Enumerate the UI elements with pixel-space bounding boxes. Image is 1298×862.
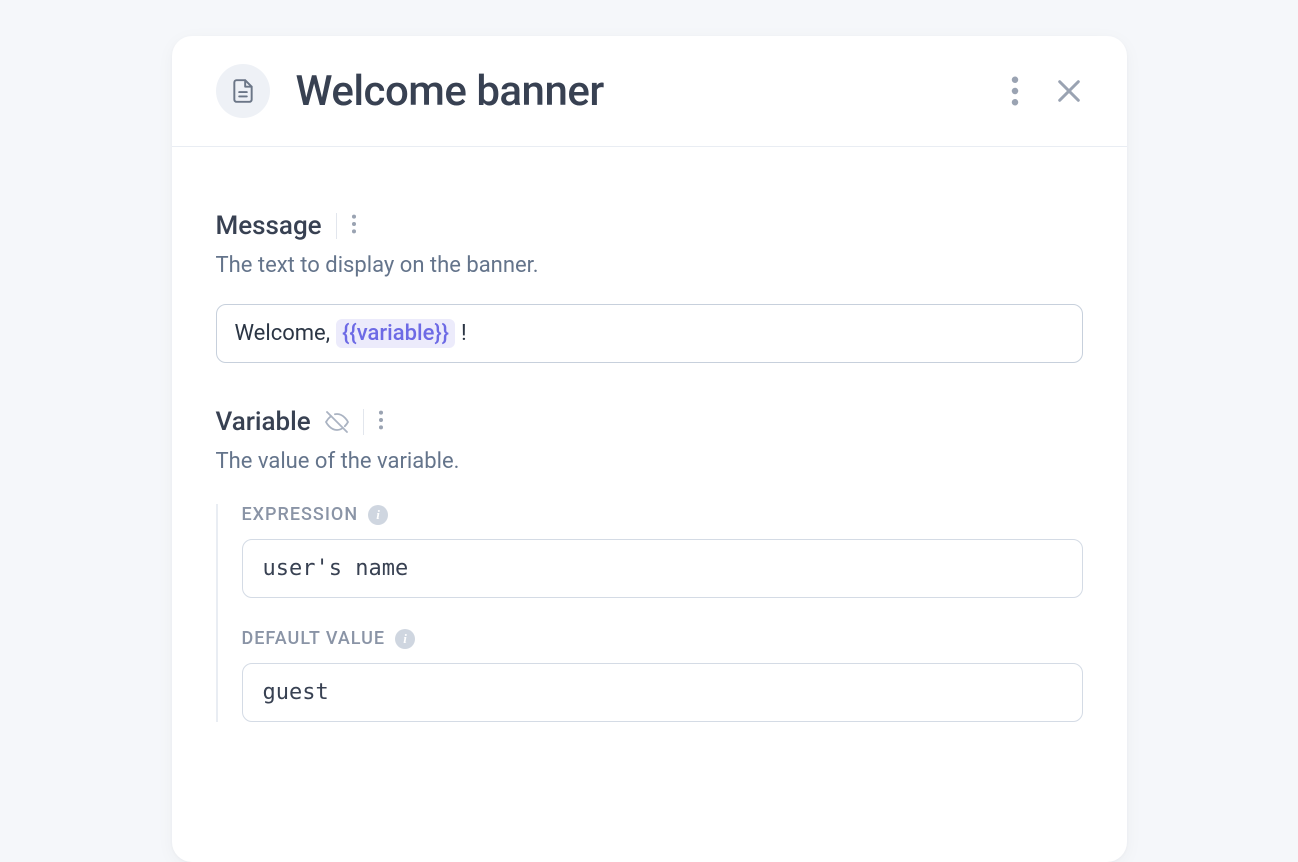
variable-token[interactable]: {{variable}}	[336, 319, 455, 348]
modal-card: Welcome banner Message The	[172, 36, 1127, 862]
modal-body: Message The text to display on the banne…	[172, 147, 1127, 722]
document-icon	[216, 64, 270, 118]
header-actions	[1011, 76, 1083, 106]
expression-label-row: EXPRESSION i	[242, 504, 1083, 525]
message-section-title: Message	[216, 211, 322, 241]
separator	[363, 409, 364, 435]
default-value-field: DEFAULT VALUE i	[242, 628, 1083, 722]
info-icon[interactable]: i	[368, 505, 388, 525]
message-options-button[interactable]	[351, 213, 357, 239]
more-options-button[interactable]	[1011, 76, 1019, 106]
default-value-label: DEFAULT VALUE	[242, 628, 386, 649]
hidden-icon[interactable]	[325, 410, 349, 434]
variable-options-button[interactable]	[378, 409, 384, 435]
expression-input[interactable]	[242, 539, 1083, 598]
expression-field: EXPRESSION i	[242, 504, 1083, 598]
variable-section-title: Variable	[216, 407, 311, 437]
message-text-suffix: !	[461, 321, 467, 346]
page-container: Welcome banner Message The	[0, 0, 1298, 862]
variable-subblock: EXPRESSION i DEFAULT VALUE i	[216, 504, 1083, 722]
default-value-label-row: DEFAULT VALUE i	[242, 628, 1083, 649]
variable-description: The value of the variable.	[216, 449, 1083, 474]
message-section: Message The text to display on the banne…	[216, 211, 1083, 363]
message-input[interactable]: Welcome, {{variable}} !	[216, 304, 1083, 363]
message-text-prefix: Welcome,	[235, 321, 331, 346]
close-button[interactable]	[1055, 77, 1083, 105]
default-value-input[interactable]	[242, 663, 1083, 722]
message-description: The text to display on the banner.	[216, 253, 1083, 278]
variable-section-header: Variable	[216, 407, 1083, 437]
modal-title: Welcome banner	[296, 67, 1011, 116]
variable-section: Variable The value of the variable.	[216, 407, 1083, 722]
expression-label: EXPRESSION	[242, 504, 359, 525]
separator	[336, 213, 337, 239]
modal-header: Welcome banner	[172, 36, 1127, 147]
info-icon[interactable]: i	[395, 629, 415, 649]
message-section-header: Message	[216, 211, 1083, 241]
